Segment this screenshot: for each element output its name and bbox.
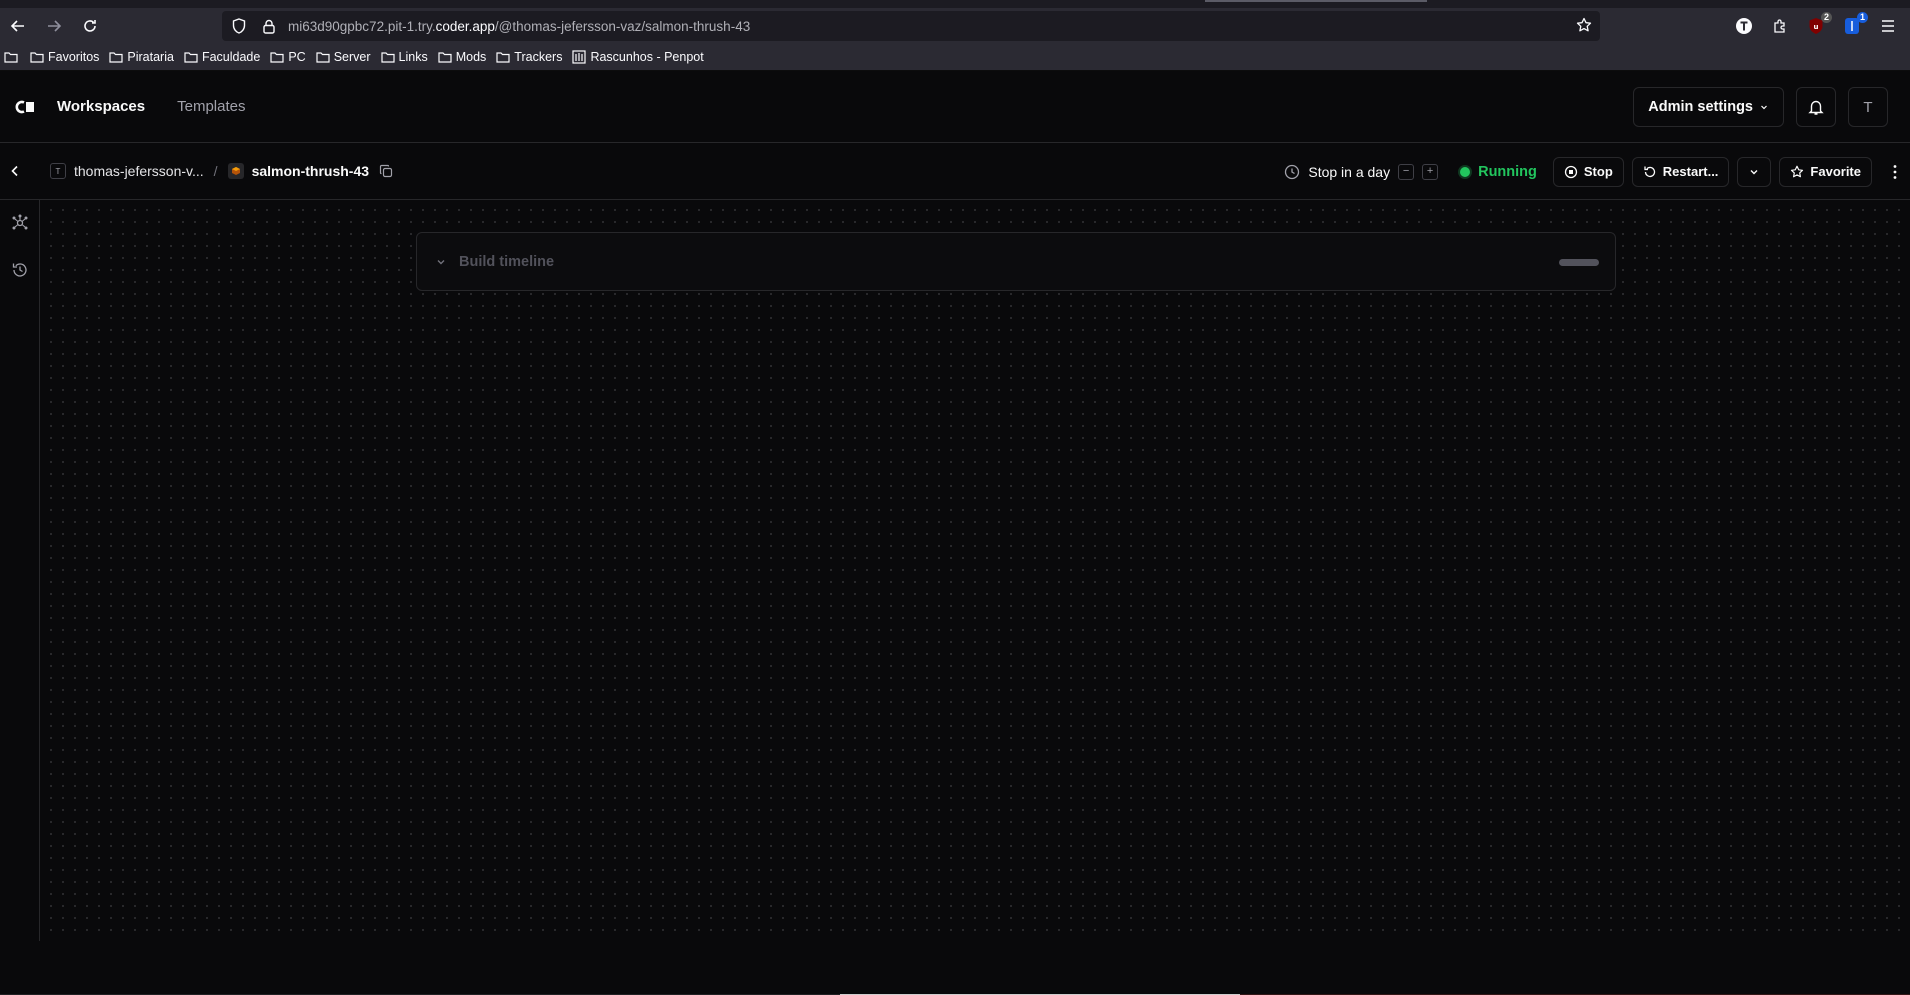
- admin-settings-label: Admin settings: [1648, 99, 1753, 115]
- clock-icon: [1285, 164, 1300, 179]
- more-vertical-icon: [1893, 164, 1897, 179]
- topology-icon[interactable]: [11, 214, 29, 237]
- folder-icon: [380, 52, 395, 63]
- bookmark-trackers[interactable]: Trackers: [496, 50, 562, 64]
- user-avatar-button[interactable]: T: [1848, 87, 1888, 127]
- bookmark-penpot[interactable]: Rascunhos - Penpot: [572, 50, 704, 64]
- bookmark-pc[interactable]: PC: [270, 50, 306, 64]
- restart-label: Restart...: [1662, 164, 1719, 179]
- folder-icon: [316, 52, 330, 63]
- svg-text:u: u: [1814, 23, 1819, 31]
- header-actions: Admin settings T: [1633, 87, 1888, 127]
- stop-button[interactable]: Stop: [1552, 156, 1624, 187]
- kebab-menu-button[interactable]: [1880, 164, 1910, 180]
- address-bar[interactable]: mi63d90gpbc72.pit-1.try.coder.app/@thoma…: [222, 11, 1600, 41]
- status-badge: Running: [1460, 164, 1537, 180]
- t-extension-icon[interactable]: [1732, 14, 1756, 38]
- build-timeline-title: Build timeline: [459, 253, 555, 270]
- menu-hamburger-icon[interactable]: [1876, 14, 1900, 38]
- bell-icon: [1808, 100, 1824, 115]
- url-text: mi63d90gpbc72.pit-1.try.coder.app/@thoma…: [288, 18, 751, 34]
- arrow-right-icon: [48, 20, 62, 32]
- chevron-down-icon: [1761, 105, 1767, 110]
- main-nav: Workspaces Templates: [57, 98, 245, 115]
- coder-logo-icon: [15, 100, 34, 113]
- extensions-area: u 2 1: [1732, 8, 1910, 44]
- status-label: Running: [1478, 163, 1537, 180]
- owner-avatar: T: [50, 163, 66, 179]
- favorite-button[interactable]: Favorite: [1779, 156, 1872, 187]
- folder-icon: [30, 52, 44, 63]
- penpot-icon: [572, 50, 587, 64]
- folder-icon: [438, 52, 452, 63]
- active-tab-indicator: [1205, 0, 1427, 2]
- browser-nav-bar: mi63d90gpbc72.pit-1.try.coder.app/@thoma…: [0, 8, 1910, 44]
- nav-workspaces[interactable]: Workspaces: [57, 98, 145, 115]
- workspace-canvas: Build timeline: [41, 200, 1910, 941]
- chevron-left-icon: [11, 165, 18, 177]
- reload-icon: [84, 20, 96, 32]
- favorite-label: Favorite: [1810, 164, 1861, 179]
- chevron-down-icon: [1750, 169, 1758, 174]
- bookmark-star-icon[interactable]: [1576, 17, 1592, 38]
- schedule-decrease-button[interactable]: −: [1398, 163, 1415, 180]
- running-dot-icon: [1460, 166, 1471, 177]
- bookmark-faculdade[interactable]: Faculdade: [184, 50, 260, 64]
- schedule-label: Stop in a day: [1308, 163, 1391, 180]
- breadcrumb-owner[interactable]: thomas-jefersson-v...: [74, 163, 204, 179]
- loading-skeleton-pill: [1559, 259, 1599, 266]
- workspace-actions: Stop in a day − + Running Stop Restart..…: [1284, 143, 1910, 200]
- browser-tab-strip: [0, 0, 1910, 8]
- tracking-shield-icon[interactable]: [226, 18, 252, 34]
- nav-templates[interactable]: Templates: [177, 98, 245, 115]
- coder-logo[interactable]: [15, 100, 35, 114]
- folder-icon: [184, 52, 198, 63]
- bookmark-favoritos[interactable]: Favoritos: [30, 50, 99, 64]
- browser-forward-button[interactable]: [36, 8, 72, 44]
- left-sidebar: [0, 200, 40, 941]
- back-button[interactable]: [8, 164, 30, 178]
- chevron-down-icon[interactable]: [435, 256, 447, 268]
- restart-button[interactable]: Restart...: [1631, 156, 1730, 187]
- schedule-control: Stop in a day − +: [1284, 163, 1439, 180]
- bitwarden-badge: 1: [1856, 12, 1868, 23]
- schedule-increase-button[interactable]: +: [1422, 163, 1439, 180]
- restart-icon: [1644, 166, 1655, 177]
- bookmark-pirataria[interactable]: Pirataria: [109, 50, 174, 64]
- stop-label: Stop: [1583, 164, 1613, 179]
- folder-icon: [496, 52, 510, 63]
- browser-back-button[interactable]: [0, 8, 36, 44]
- workspace-content: Build timeline: [0, 200, 1910, 995]
- ublock-icon[interactable]: u 2: [1804, 12, 1832, 38]
- workspace-topbar: T thomas-jefersson-v... / salmon-thrush-…: [0, 143, 1910, 200]
- arrow-left-icon: [10, 20, 24, 32]
- folder-icon: [270, 52, 284, 63]
- breadcrumb-workspace: salmon-thrush-43: [251, 163, 370, 179]
- browser-reload-button[interactable]: [72, 8, 108, 44]
- lock-icon[interactable]: [256, 19, 282, 34]
- bookmarks-bar: Favoritos Pirataria Faculdade PC Server …: [0, 44, 1910, 71]
- workspace-box-icon: [227, 163, 244, 179]
- bookmark-server[interactable]: Server: [316, 50, 371, 64]
- more-actions-dropdown[interactable]: [1737, 156, 1772, 187]
- bookmark-links[interactable]: Links: [380, 50, 428, 64]
- copy-icon[interactable]: [379, 164, 393, 178]
- puzzle-icon[interactable]: [1768, 14, 1792, 38]
- admin-settings-button[interactable]: Admin settings: [1633, 87, 1784, 127]
- breadcrumb-separator: /: [213, 163, 218, 179]
- bitwarden-icon[interactable]: 1: [1840, 12, 1868, 38]
- footer-band: [0, 941, 1910, 995]
- notifications-button[interactable]: [1796, 87, 1836, 127]
- bookmark-mods[interactable]: Mods: [438, 50, 486, 64]
- build-timeline[interactable]: Build timeline: [416, 232, 1616, 291]
- stop-circle-icon: [1564, 165, 1578, 178]
- app-header: Workspaces Templates Admin settings T: [0, 71, 1910, 143]
- ublock-badge: 2: [1820, 12, 1832, 23]
- history-icon[interactable]: [11, 261, 29, 284]
- star-icon: [1791, 165, 1804, 177]
- breadcrumb: T thomas-jefersson-v... / salmon-thrush-…: [50, 163, 393, 179]
- avatar-initial: T: [1863, 98, 1873, 116]
- bookmarks-folder-icon[interactable]: [4, 51, 18, 63]
- folder-icon: [109, 52, 124, 63]
